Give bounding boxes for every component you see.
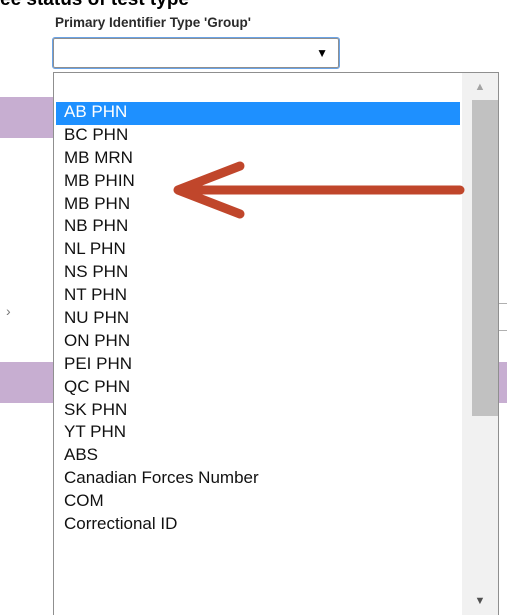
annotation-arrow [173, 161, 465, 219]
dropdown-option[interactable]: NL PHN [56, 239, 460, 262]
dropdown-option[interactable]: Canadian Forces Number [56, 468, 460, 491]
dropdown-option[interactable]: AB PHN [56, 102, 460, 125]
scrollbar[interactable]: ▲ ▼ [462, 73, 498, 615]
dropdown-option[interactable]: BC PHN [56, 125, 460, 148]
background-band [0, 97, 53, 138]
chevron-down-icon[interactable]: ▼ [462, 589, 498, 613]
background-band [0, 362, 53, 403]
primary-identifier-type-select[interactable]: ▼ [52, 37, 340, 69]
dropdown-option[interactable]: COM [56, 491, 460, 514]
dropdown-option[interactable]: NS PHN [56, 262, 460, 285]
dropdown-option[interactable]: ABS [56, 445, 460, 468]
primary-identifier-type-label: Primary Identifier Type 'Group' [55, 15, 251, 30]
identifier-type-dropdown-list[interactable]: AB PHN BC PHN MB MRN MB PHIN MB PHN NB PHN NL … [53, 72, 499, 615]
dropdown-option[interactable]: QC PHN [56, 377, 460, 400]
dropdown-option[interactable]: YT PHN [56, 422, 460, 445]
scrollbar-thumb[interactable] [472, 100, 498, 416]
dropdown-arrow-icon[interactable]: ▼ [316, 45, 328, 61]
dropdown-option[interactable]: NT PHN [56, 285, 460, 308]
dropdown-option[interactable]: ON PHN [56, 331, 460, 354]
dropdown-option[interactable]: NU PHN [56, 308, 460, 331]
background-band [498, 362, 507, 403]
dropdown-option[interactable]: Correctional ID [56, 514, 460, 537]
background-chevron-icon: › [6, 303, 11, 319]
background-input-edge [498, 303, 507, 331]
dropdown-option[interactable]: PEI PHN [56, 354, 460, 377]
section-heading: ee status of test type [0, 0, 189, 10]
chevron-up-icon[interactable]: ▲ [462, 75, 498, 99]
dropdown-option[interactable]: SK PHN [56, 400, 460, 423]
